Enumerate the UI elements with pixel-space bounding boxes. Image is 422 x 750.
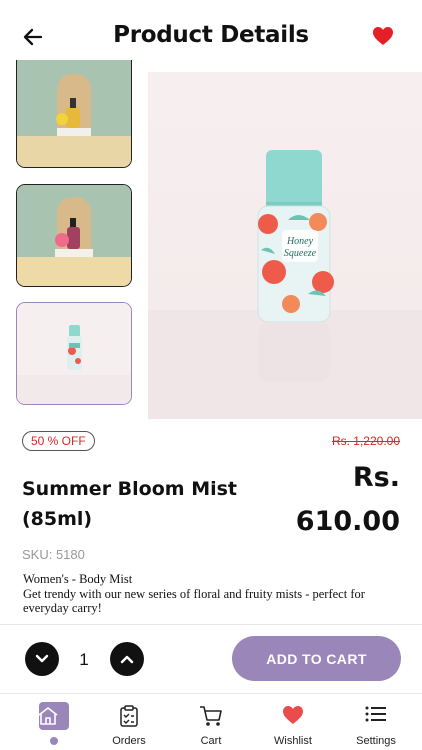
- add-to-cart-button[interactable]: ADD TO CART: [232, 636, 401, 681]
- heart-icon: [283, 706, 303, 724]
- nav-label-cart: Cart: [200, 735, 222, 747]
- chevron-up-icon: [120, 655, 134, 664]
- original-price: Rs. 1,220.00: [331, 434, 400, 448]
- price-value: 610.00: [295, 506, 400, 537]
- thumbnail-image-1: [17, 60, 131, 167]
- product-name: Summer Bloom Mist (85ml): [22, 478, 238, 530]
- divider: [0, 624, 422, 625]
- heart-icon: [373, 27, 393, 45]
- nav-item-wishlist[interactable]: Wishlist: [251, 694, 335, 750]
- orders-icon: [120, 705, 138, 727]
- discount-badge: 50 % OFF: [22, 431, 95, 451]
- cart-icon: [200, 706, 222, 726]
- nav-label-orders: Orders: [112, 735, 146, 747]
- nav-item-cart[interactable]: Cart: [169, 694, 253, 750]
- product-description-text: Get trendy with our new series of floral…: [23, 586, 365, 616]
- chevron-down-icon: [35, 654, 49, 663]
- main-product-image[interactable]: Honey Squeeze: [148, 72, 422, 419]
- quantity-decrease-button[interactable]: [25, 642, 59, 676]
- nav-item-settings[interactable]: Settings: [334, 694, 418, 750]
- quantity-value: 1: [79, 650, 89, 669]
- active-dot: [50, 737, 58, 745]
- bottom-navigation: Orders Cart Wishlist Settings: [0, 694, 422, 750]
- home-icon: [38, 707, 58, 725]
- thumbnail-image-2: [17, 185, 131, 286]
- gallery-thumbnail-1[interactable]: [16, 60, 132, 168]
- thumbnail-image-3: [17, 303, 131, 404]
- gallery-thumbnail-2[interactable]: [16, 184, 132, 287]
- product-photo: Honey Squeeze: [148, 72, 422, 419]
- product-description: Women's - Body Mist Get trendy with our …: [23, 572, 399, 616]
- nav-item-home[interactable]: [6, 694, 90, 750]
- nav-label-settings: Settings: [356, 735, 396, 747]
- svg-text:Squeeze: Squeeze: [284, 248, 317, 259]
- page-title: Product Details: [113, 22, 309, 48]
- wishlist-toggle-button[interactable]: [372, 26, 394, 46]
- svg-text:Honey: Honey: [286, 236, 314, 247]
- gallery-thumbnail-3[interactable]: [16, 302, 132, 405]
- product-sku: SKU: 5180: [22, 547, 85, 562]
- menu-icon: [365, 706, 386, 722]
- nav-item-orders[interactable]: Orders: [87, 694, 171, 750]
- price-currency: Rs.: [352, 462, 400, 493]
- product-category: Women's - Body Mist: [23, 572, 133, 586]
- nav-label-wishlist: Wishlist: [274, 735, 312, 747]
- quantity-increase-button[interactable]: [110, 642, 144, 676]
